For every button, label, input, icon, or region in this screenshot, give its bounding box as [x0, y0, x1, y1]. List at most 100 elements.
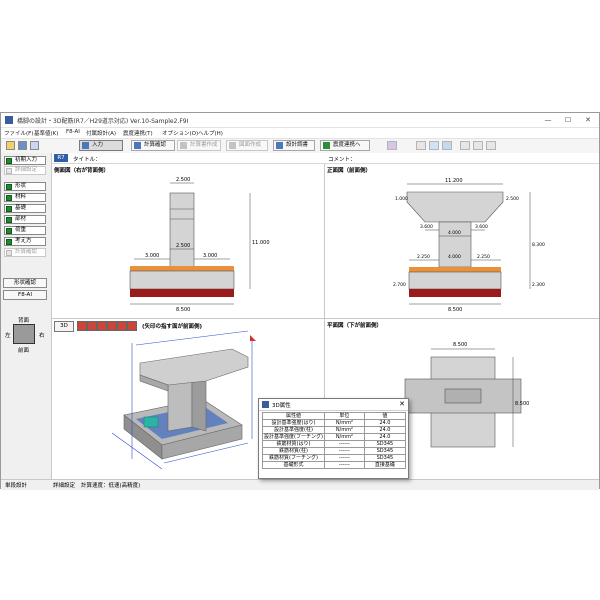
settings-icon[interactable] — [416, 141, 426, 150]
title-bar: 橋脚の設計・3D配筋(R7／H29道示対応) Ver.10-Sample2.F9… — [1, 113, 599, 128]
menu-file[interactable]: ファイル(F) — [4, 129, 33, 137]
open-icon[interactable] — [6, 141, 15, 150]
calc-confirm-button[interactable]: 計算確認 — [131, 140, 175, 151]
side-dim-height: 11.000 — [252, 240, 270, 246]
menu-f8ai[interactable]: F8-AI — [66, 129, 80, 135]
shape-item[interactable]: 形状 — [4, 182, 46, 191]
plan-dim-depth: 8.500 — [515, 401, 529, 407]
app-icon — [5, 116, 13, 124]
attr-value: SD345 — [363, 454, 406, 462]
attr-unit: N/mm² — [323, 419, 365, 427]
attr-unit: ------ — [323, 461, 365, 469]
attr-unit: ------ — [323, 454, 365, 462]
dialog-icon — [262, 401, 269, 408]
compass-back-label: 背面 — [18, 318, 30, 324]
header-value: 値 — [363, 412, 406, 420]
left-panel: 初期入力 詳細設定 形状 材料 基礎 部材 荷重 考え方 計算確認 形状確認 F… — [1, 153, 52, 479]
menu-help[interactable]: ヘルプ(H) — [198, 129, 223, 137]
status-mode: 単段設計 — [5, 483, 28, 489]
minimize-button[interactable]: — — [539, 114, 557, 126]
menu-attached-design[interactable]: 付属設計(A) — [86, 129, 116, 137]
side-view-pane: 側面図（右が背面側） 2.500 2.500 3.000 3.000 11.00… — [52, 164, 325, 319]
calc-doc-button[interactable]: 計算書作成 — [177, 140, 221, 151]
header-attribute: 属性値 — [262, 412, 325, 420]
side-dim-top: 2.500 — [176, 177, 190, 183]
calc-confirm-icon — [134, 142, 141, 149]
attr-unit: N/mm² — [323, 426, 365, 434]
window-title: 橋脚の設計・3D配筋(R7／H29道示対応) Ver.10-Sample2.F9… — [17, 118, 189, 125]
close-button[interactable]: ✕ — [579, 114, 597, 126]
menu-standard[interactable]: 基準値(K) — [34, 129, 58, 137]
version-icon[interactable] — [442, 141, 452, 150]
approach-item[interactable]: 考え方 — [4, 237, 46, 246]
dialog-close-icon[interactable]: ✕ — [399, 400, 405, 408]
front-view-pane: 正面図（前面側） 11.200 1.000 2.500 3.600 4.000 … — [325, 164, 599, 319]
3d-attribute-dialog: 3D属性 ✕ 属性値 単位 値 設計基準強度(はり) N/mm² 24.0 設計… — [258, 398, 409, 479]
load-item[interactable]: 荷重 — [4, 226, 46, 235]
drawing-button[interactable]: 図面作成 — [226, 140, 268, 151]
check-icon — [6, 250, 12, 256]
tab-r7[interactable]: R7 — [54, 154, 68, 162]
header-unit: 単位 — [323, 412, 365, 420]
save-as-icon[interactable] — [30, 141, 39, 150]
maximize-button[interactable]: ☐ — [559, 114, 577, 126]
calc-doc-icon — [180, 142, 187, 149]
material-item[interactable]: 材料 — [4, 193, 46, 202]
check-icon — [6, 228, 12, 234]
attr-unit: ------ — [323, 440, 365, 448]
menu-option[interactable]: オプション(O) — [162, 129, 198, 137]
side-dim-left: 3.000 — [145, 253, 159, 259]
check-icon — [6, 217, 12, 223]
plan-dim-width: 8.500 — [453, 342, 467, 348]
input-icon — [82, 142, 89, 149]
design-doc-icon — [276, 142, 283, 149]
attr-value: 24.0 — [363, 433, 406, 441]
front-dim-footing-depth: 2.700 — [393, 282, 406, 288]
f8ai-button[interactable]: F8-AI — [3, 290, 47, 300]
check-icon — [6, 158, 12, 164]
window-grid-icon[interactable] — [486, 141, 496, 150]
side-dim-column: 2.500 — [176, 243, 190, 249]
calc-confirm-item[interactable]: 計算確認 — [4, 248, 46, 257]
input-button[interactable]: 入力 — [79, 140, 123, 151]
attr-value: SD345 — [363, 447, 406, 455]
window-tile-icon[interactable] — [473, 141, 483, 150]
title-row: R7 タイトル： コメント： — [52, 153, 599, 164]
save-icon[interactable] — [18, 141, 27, 150]
side-dim-right: 3.000 — [203, 253, 217, 259]
front-dim-footing-left: 2.250 — [417, 254, 430, 260]
front-view-drawing: 11.200 1.000 2.500 3.600 4.000 3.600 8.3… — [393, 178, 545, 313]
comment-label: コメント： — [328, 157, 356, 163]
detail-settings-item[interactable]: 詳細設定 — [4, 166, 46, 175]
compass-right-label: 右 — [39, 333, 45, 339]
front-dim-cap-right: 2.500 — [506, 196, 519, 202]
attr-name: 設計基準強度(はり) — [262, 419, 325, 427]
side-view-drawing: 2.500 2.500 3.000 3.000 11.000 8.500 — [129, 177, 270, 313]
title-label: タイトル： — [73, 157, 101, 163]
foundation-item[interactable]: 基礎 — [4, 204, 46, 213]
check-icon — [6, 206, 12, 212]
initial-input-item[interactable]: 初期入力 — [4, 156, 46, 165]
front-dim-cap-left: 1.000 — [395, 196, 408, 202]
menu-bar: ファイル(F) 基準値(K) F8-AI 付属設計(A) 震度連携(T) オプシ… — [1, 128, 599, 138]
attr-unit: ------ — [323, 447, 365, 455]
menu-seismic-link[interactable]: 震度連携(T) — [123, 129, 153, 137]
side-dim-base: 8.500 — [176, 307, 190, 313]
member-item[interactable]: 部材 — [4, 215, 46, 224]
attr-unit: N/mm² — [323, 433, 365, 441]
attr-name: 設計基準強度(柱) — [262, 426, 325, 434]
help-icon[interactable] — [429, 141, 439, 150]
window-cascade-icon[interactable] — [460, 141, 470, 150]
attr-name: 鉄筋材質(フーチング) — [262, 454, 325, 462]
table-row: 鉄筋材質(柱) ------ SD345 — [262, 447, 406, 455]
attr-name: 鉄筋材質(はり) — [262, 440, 325, 448]
front-dim-footing-right: 2.250 — [477, 254, 490, 260]
shape-confirm-button[interactable]: 形状確認 — [3, 278, 47, 288]
front-dim-cap-width: 11.200 — [445, 178, 463, 184]
print-icon[interactable] — [387, 141, 397, 150]
attr-value: SD345 — [363, 440, 406, 448]
design-doc-button[interactable]: 設計調書 — [273, 140, 315, 151]
attr-value: 直接基礎 — [363, 461, 406, 469]
table-row: 鉄筋材質(はり) ------ SD345 — [262, 440, 406, 448]
seismic-link-button[interactable]: 震度連携へ — [320, 140, 370, 151]
